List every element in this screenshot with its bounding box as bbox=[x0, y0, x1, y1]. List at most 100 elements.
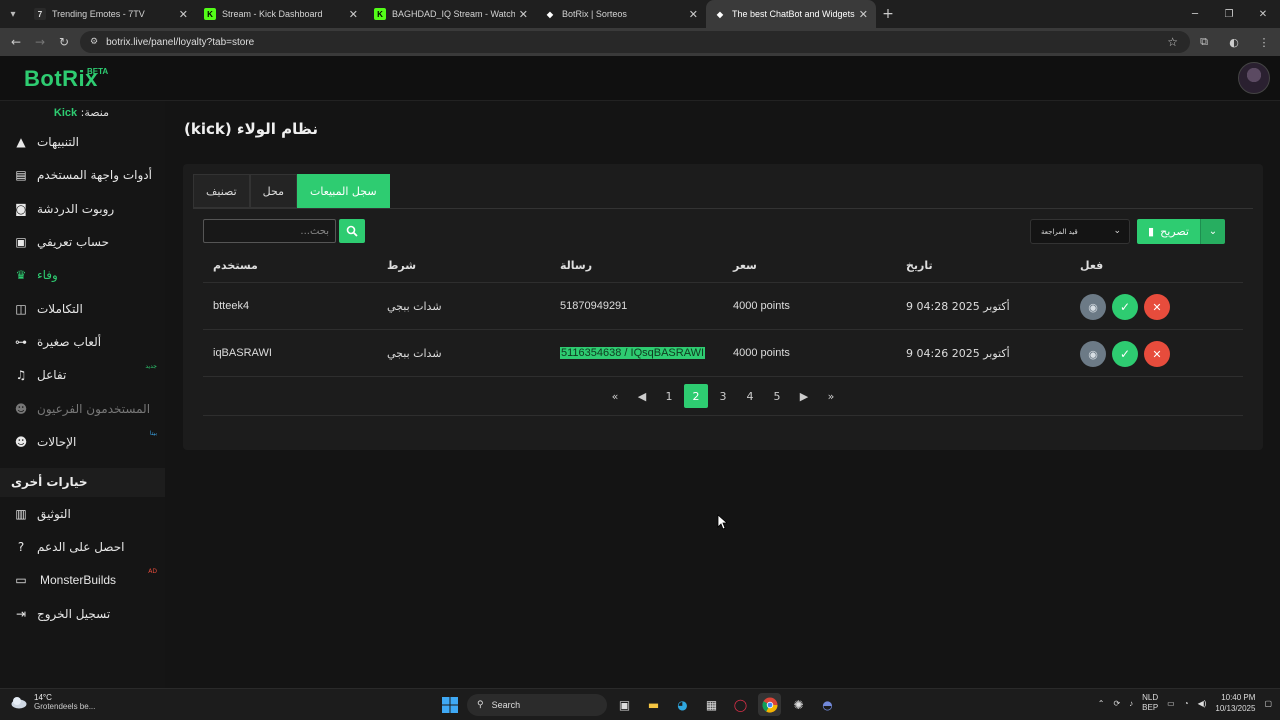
page-button-current[interactable]: 2 bbox=[684, 384, 708, 408]
extensions-icon[interactable]: ⧉ bbox=[1194, 32, 1214, 52]
url-field[interactable]: ⚙ botrix.live/panel/loyalty?tab=store ☆ bbox=[80, 31, 1190, 53]
app-icon[interactable]: ✺ bbox=[787, 693, 810, 716]
browser-tab[interactable]: ◆ BotRix | Sorteos ✕ bbox=[536, 0, 706, 28]
bookmark-star-icon[interactable]: ☆ bbox=[1167, 35, 1178, 49]
tab-store[interactable]: محل bbox=[249, 174, 297, 208]
restore-icon[interactable]: ❐ bbox=[1212, 0, 1246, 28]
menu-dots-icon[interactable]: ⋮ bbox=[1254, 32, 1274, 52]
sidebar-item-alerts[interactable]: ▲ التنبيهات bbox=[0, 127, 165, 157]
search-input[interactable] bbox=[203, 219, 336, 243]
forward-icon[interactable]: → bbox=[28, 30, 52, 54]
sidebar-item-referrals[interactable]: ☻ الإحالات بيتا bbox=[0, 427, 165, 457]
close-icon[interactable]: ✕ bbox=[689, 8, 698, 21]
check-icon: ✓ bbox=[1119, 347, 1131, 361]
robot-icon: ◙ bbox=[15, 202, 27, 216]
page-button[interactable]: 1 bbox=[657, 384, 681, 408]
close-icon[interactable]: ✕ bbox=[179, 8, 188, 21]
sidebar-item-integrations[interactable]: ◫ التكاملات bbox=[0, 294, 165, 324]
taskbar-search[interactable]: ⚲ Search bbox=[467, 693, 607, 716]
taskbar: 14°C Grotendeels be... ⚲ Search ▣ ▬ ◕ ▦ … bbox=[0, 688, 1280, 720]
profile-icon[interactable]: ◐ bbox=[1224, 32, 1244, 52]
sidebar-item-label: احصل على الدعم bbox=[37, 540, 125, 554]
export-label: تصريح bbox=[1160, 225, 1189, 238]
notifications-icon[interactable]: ▢ bbox=[1264, 699, 1272, 708]
sidebar-item-subusers[interactable]: ☻ المستخدمون الفرعيون bbox=[0, 394, 165, 424]
sidebar-item-monsterbuilds[interactable]: ▭ MonsterBuilds AD bbox=[0, 565, 165, 595]
file-explorer-icon[interactable]: ▬ bbox=[642, 693, 665, 716]
sidebar-item-docs[interactable]: ▥ التوثيق bbox=[0, 499, 165, 529]
tab-sales-log[interactable]: سجل المبيعات bbox=[296, 174, 390, 208]
close-icon[interactable]: ✕ bbox=[519, 8, 528, 21]
reject-button[interactable]: ✕ bbox=[1144, 294, 1170, 320]
close-window-icon[interactable]: ✕ bbox=[1246, 0, 1280, 28]
gamepad-icon: ⊶ bbox=[15, 335, 27, 349]
music-icon: ♫ bbox=[15, 368, 27, 382]
page-title: نظام الولاء (kick) bbox=[184, 120, 319, 138]
cell-date: 9 أكتوبر 2025 04:28 bbox=[906, 300, 1010, 313]
view-button[interactable]: ◉ bbox=[1080, 294, 1106, 320]
page-button[interactable]: 3 bbox=[711, 384, 735, 408]
tab-divider bbox=[193, 208, 1253, 209]
pagination: « ◀ 1 2 3 4 5 ▶ » bbox=[603, 384, 843, 408]
trophy-icon: ♛ bbox=[15, 268, 27, 282]
tab-ranking[interactable]: تصنيف bbox=[193, 174, 250, 208]
status-filter-select[interactable]: قيد المراجعة ⌄ bbox=[1030, 219, 1130, 244]
chevron-up-icon[interactable]: ⌃ bbox=[1098, 699, 1105, 708]
reject-button[interactable]: ✕ bbox=[1144, 341, 1170, 367]
weather-widget[interactable]: 14°C Grotendeels be... bbox=[10, 693, 95, 711]
edge-icon[interactable]: ◕ bbox=[671, 693, 694, 716]
user-avatar[interactable] bbox=[1238, 62, 1270, 94]
minimize-icon[interactable]: ─ bbox=[1178, 0, 1212, 28]
prev-page-icon[interactable]: ◀ bbox=[630, 384, 654, 408]
browser-tab[interactable]: 7 Trending Emotes - 7TV ✕ bbox=[26, 0, 196, 28]
next-page-icon[interactable]: ▶ bbox=[792, 384, 816, 408]
export-button[interactable]: ▮ تصريح bbox=[1137, 219, 1200, 244]
close-icon[interactable]: ✕ bbox=[859, 8, 868, 21]
sidebar-item-profile[interactable]: ▣ حساب تعريفي bbox=[0, 227, 165, 257]
task-view-icon[interactable]: ▣ bbox=[613, 693, 636, 716]
cell-message: 5116354638 / IQsqBASRAWI bbox=[560, 347, 706, 359]
approve-button[interactable]: ✓ bbox=[1112, 294, 1138, 320]
filter-value: قيد المراجعة bbox=[1041, 227, 1078, 236]
page-button[interactable]: 4 bbox=[738, 384, 762, 408]
sidebar-item-chatbot[interactable]: ◙ روبوت الدردشة bbox=[0, 194, 165, 224]
sidebar-item-minigames[interactable]: ⊶ ألعاب صغيرة bbox=[0, 327, 165, 357]
close-icon[interactable]: ✕ bbox=[349, 8, 358, 21]
store-icon[interactable]: ▦ bbox=[700, 693, 723, 716]
display-icon[interactable]: ▭ bbox=[1167, 699, 1175, 708]
sidebar-item-loyalty[interactable]: ♛ وفاء bbox=[0, 260, 165, 290]
tab-search-icon[interactable]: ▾ bbox=[0, 0, 26, 28]
network-icon[interactable]: ◔ bbox=[1184, 699, 1189, 708]
chrome-icon[interactable] bbox=[758, 693, 781, 716]
view-button[interactable]: ◉ bbox=[1080, 341, 1106, 367]
sync-icon[interactable]: ⟳ bbox=[1113, 699, 1120, 708]
warning-icon: ▲ bbox=[16, 135, 26, 149]
sidebar-item-support[interactable]: ? احصل على الدعم bbox=[0, 532, 165, 562]
tab-title: The best ChatBot and Widgets bbox=[732, 9, 855, 19]
first-page-icon[interactable]: « bbox=[603, 384, 627, 408]
new-tab-icon[interactable]: + bbox=[876, 6, 900, 22]
language-indicator[interactable]: NLD BEP bbox=[1142, 693, 1158, 713]
sidebar-item-logout[interactable]: ⇥ تسجيل الخروج bbox=[0, 599, 165, 629]
browser-tab[interactable]: K Stream - Kick Dashboard ✕ bbox=[196, 0, 366, 28]
clock[interactable]: 10:40 PM 10/13/2025 bbox=[1215, 692, 1255, 714]
sidebar-item-widgets[interactable]: ▤ أدوات واجهة المستخدم bbox=[0, 160, 165, 190]
windows-start-icon[interactable] bbox=[438, 693, 461, 716]
browser-tab-active[interactable]: ◆ The best ChatBot and Widgets ✕ bbox=[706, 0, 876, 28]
microphone-icon[interactable]: ♪ bbox=[1129, 699, 1133, 708]
last-page-icon[interactable]: » bbox=[819, 384, 843, 408]
page-button[interactable]: 5 bbox=[765, 384, 789, 408]
sidebar-item-interaction[interactable]: ♫ تفاعل جديد bbox=[0, 360, 165, 390]
opera-icon[interactable]: ◯ bbox=[729, 693, 752, 716]
browser-tab[interactable]: K BAGHDAD_IQ Stream - Watch Live ✕ bbox=[366, 0, 536, 28]
search-button[interactable] bbox=[339, 219, 365, 243]
language-code: NLD bbox=[1142, 693, 1159, 702]
id-card-icon: ▣ bbox=[15, 235, 27, 249]
volume-icon[interactable]: ◀) bbox=[1198, 699, 1207, 708]
approve-button[interactable]: ✓ bbox=[1112, 341, 1138, 367]
export-dropdown-button[interactable]: ⌄ bbox=[1200, 219, 1225, 244]
site-info-icon[interactable]: ⚙ bbox=[90, 37, 98, 47]
back-icon[interactable]: ← bbox=[4, 30, 28, 54]
reload-icon[interactable]: ↻ bbox=[52, 30, 76, 54]
discord-icon[interactable]: ◓ bbox=[816, 693, 839, 716]
